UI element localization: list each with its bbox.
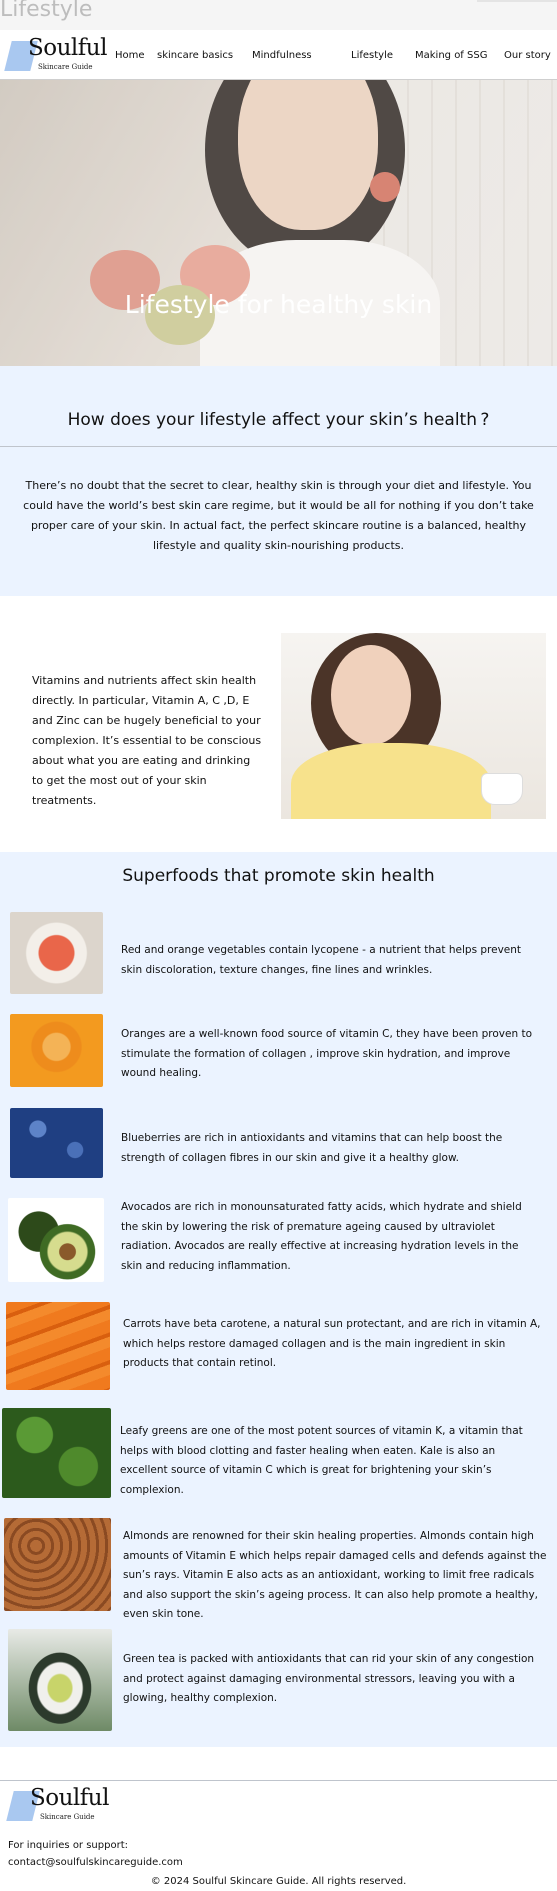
photo-shirt (291, 743, 491, 819)
hero-overlay (0, 80, 557, 366)
green-tea-image (8, 1629, 112, 1731)
photo-cup (481, 773, 523, 805)
nav-lifestyle[interactable]: Lifestyle (351, 50, 393, 61)
leafy-greens-image (2, 1408, 111, 1498)
copyright-text: © 2024 Soulful Skincare Guide. All right… (150, 1876, 407, 1887)
superfood-text: Blueberries are rich in antioxidants and… (121, 1132, 503, 1164)
lifestyle-intro-section: How does your lifestyle affect your skin… (0, 366, 557, 596)
superfood-text: Green tea is packed with antioxidants th… (123, 1653, 535, 1704)
photo-face (331, 645, 411, 745)
vitamins-section: Vitamins and nutrients affect skin healt… (0, 596, 557, 852)
intro-text: There’s no doubt that the secret to clea… (23, 479, 534, 552)
superfoods-section: Superfoods that promote skin health Red … (0, 852, 557, 1747)
superfood-text: Oranges are a well-known food source of … (121, 1028, 532, 1079)
oranges-image (10, 1014, 103, 1087)
nav-home[interactable]: Home (115, 50, 145, 61)
inquiries-label: For inquiries or support: (8, 1840, 128, 1851)
site-header: Soulful Skincare Guide Home skincare bas… (0, 30, 557, 80)
logo-wordmark: Soulful (28, 35, 107, 61)
intro-heading: How does your lifestyle affect your skin… (67, 410, 490, 430)
site-footer: Soulful Skincare Guide For inquiries or … (0, 1780, 557, 1891)
superfood-text: Leafy greens are one of the most potent … (120, 1425, 523, 1496)
hero-banner: Lifestyle for healthy skin (0, 80, 557, 366)
header-logo[interactable]: Soulful Skincare Guide (4, 35, 107, 73)
superfood-text: Almonds are renowned for their skin heal… (123, 1530, 547, 1620)
tab-title: Lifestyle (0, 0, 93, 22)
superfoods-heading: Superfoods that promote skin health (122, 866, 435, 886)
footer-logo[interactable]: Soulful Skincare Guide (6, 1785, 109, 1823)
nav-making-of-ssg[interactable]: Making of SSG (415, 50, 487, 61)
avocados-image (8, 1198, 104, 1282)
nav-mindfulness[interactable]: Mindfulness (252, 50, 312, 61)
blueberries-image (10, 1108, 103, 1178)
woman-eating-salad-image (281, 633, 546, 819)
almonds-image (4, 1518, 111, 1611)
nav-skincare-basics[interactable]: skincare basics (157, 50, 233, 61)
logo-wordmark: Soulful (30, 1785, 109, 1811)
superfood-text: Avocados are rich in monounsaturated fat… (121, 1201, 522, 1272)
sweet-potato-image (10, 912, 103, 994)
divider (0, 446, 557, 447)
vitamins-text: Vitamins and nutrients affect skin healt… (32, 674, 262, 807)
carrots-image (6, 1302, 110, 1390)
tab-title-bar: Lifestyle (0, 0, 557, 30)
superfood-text: Red and orange vegetables contain lycope… (121, 944, 522, 976)
nav-our-story[interactable]: Our story (504, 50, 551, 61)
logo-tagline: Skincare Guide (40, 1813, 95, 1821)
hero-title: Lifestyle for healthy skin (124, 290, 433, 319)
logo-tagline: Skincare Guide (38, 63, 93, 71)
tab-corner (477, 0, 557, 2)
superfood-text: Carrots have beta carotene, a natural su… (123, 1318, 541, 1369)
contact-email-link[interactable]: contact@soulfulskincareguide.com (8, 1857, 183, 1868)
